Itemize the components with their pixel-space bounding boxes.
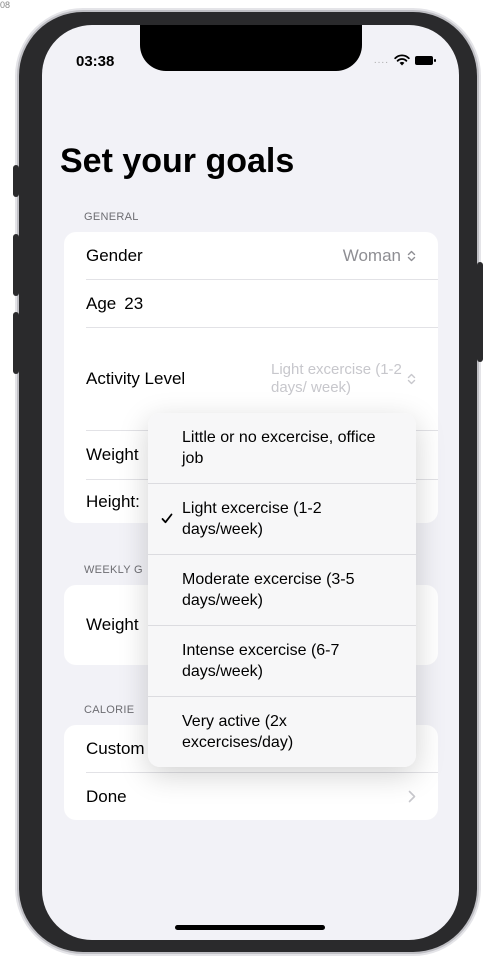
weight-label: Weight [86, 445, 139, 464]
menu-option-label: Moderate excercise (3-5 days/week) [182, 571, 355, 609]
activity-level-label: Activity Level [86, 369, 186, 388]
notch [140, 25, 362, 71]
activity-level-value[interactable]: Light excercise (1-2 days/ week) [271, 361, 403, 397]
page-title: Set your goals [60, 142, 295, 180]
menu-option-label: Light excercise (1-2 days/week) [182, 500, 322, 538]
height-label: Height: [86, 491, 140, 511]
gender-picker[interactable]: Woman [343, 246, 416, 266]
checkmark-icon [161, 513, 173, 524]
gender-label: Gender [86, 245, 143, 265]
menu-option-moderate[interactable]: Moderate excercise (3-5 days/week) [148, 555, 416, 625]
up-down-chevron-icon [407, 373, 416, 385]
weekly-section-header: WEEKLY G [84, 564, 143, 576]
menu-option-label: Intense excercise (6-7 days/week) [182, 642, 340, 680]
volume-up-button [13, 234, 19, 296]
volume-down-button [13, 312, 19, 374]
age-value[interactable]: 23 [124, 294, 143, 314]
done-row[interactable]: Done [64, 773, 438, 820]
custom-label: Custom [86, 738, 145, 758]
menu-option-light[interactable]: Light excercise (1-2 days/week) [148, 484, 416, 554]
calorie-section-header: CALORIE [84, 704, 135, 716]
power-button [477, 262, 483, 362]
done-label: Done [86, 786, 127, 806]
screen: 03:38 .... Set your goals GENERAL Gender… [42, 25, 459, 940]
menu-option-little[interactable]: Little or no excercise, office job [148, 413, 416, 483]
wifi-icon [394, 54, 410, 66]
activity-level-menu: Little or no excercise, office job Light… [148, 413, 416, 767]
menu-option-very-active[interactable]: Very active (2x excercises/day) [148, 697, 416, 767]
gender-row[interactable]: Gender Woman [64, 232, 438, 279]
menu-option-label: Little or no excercise, office job [182, 429, 376, 467]
corner-text: 08 [0, 0, 11, 10]
menu-option-intense[interactable]: Intense excercise (6-7 days/week) [148, 626, 416, 696]
chevron-right-icon [408, 790, 416, 803]
menu-option-label: Very active (2x excercises/day) [182, 713, 294, 751]
signal-dots: .... [373, 54, 389, 66]
age-label: Age [86, 293, 117, 313]
weekly-weight-label: Weight [86, 615, 139, 634]
age-row[interactable]: Age 23 [64, 280, 438, 327]
status-time: 03:38 [76, 53, 115, 70]
up-down-chevron-icon [407, 250, 416, 261]
status-icons: .... [373, 54, 436, 66]
general-section-header: GENERAL [84, 211, 139, 223]
battery-icon [415, 55, 436, 65]
mute-switch [13, 165, 19, 197]
gender-value: Woman [342, 245, 401, 265]
home-indicator[interactable] [175, 925, 325, 930]
